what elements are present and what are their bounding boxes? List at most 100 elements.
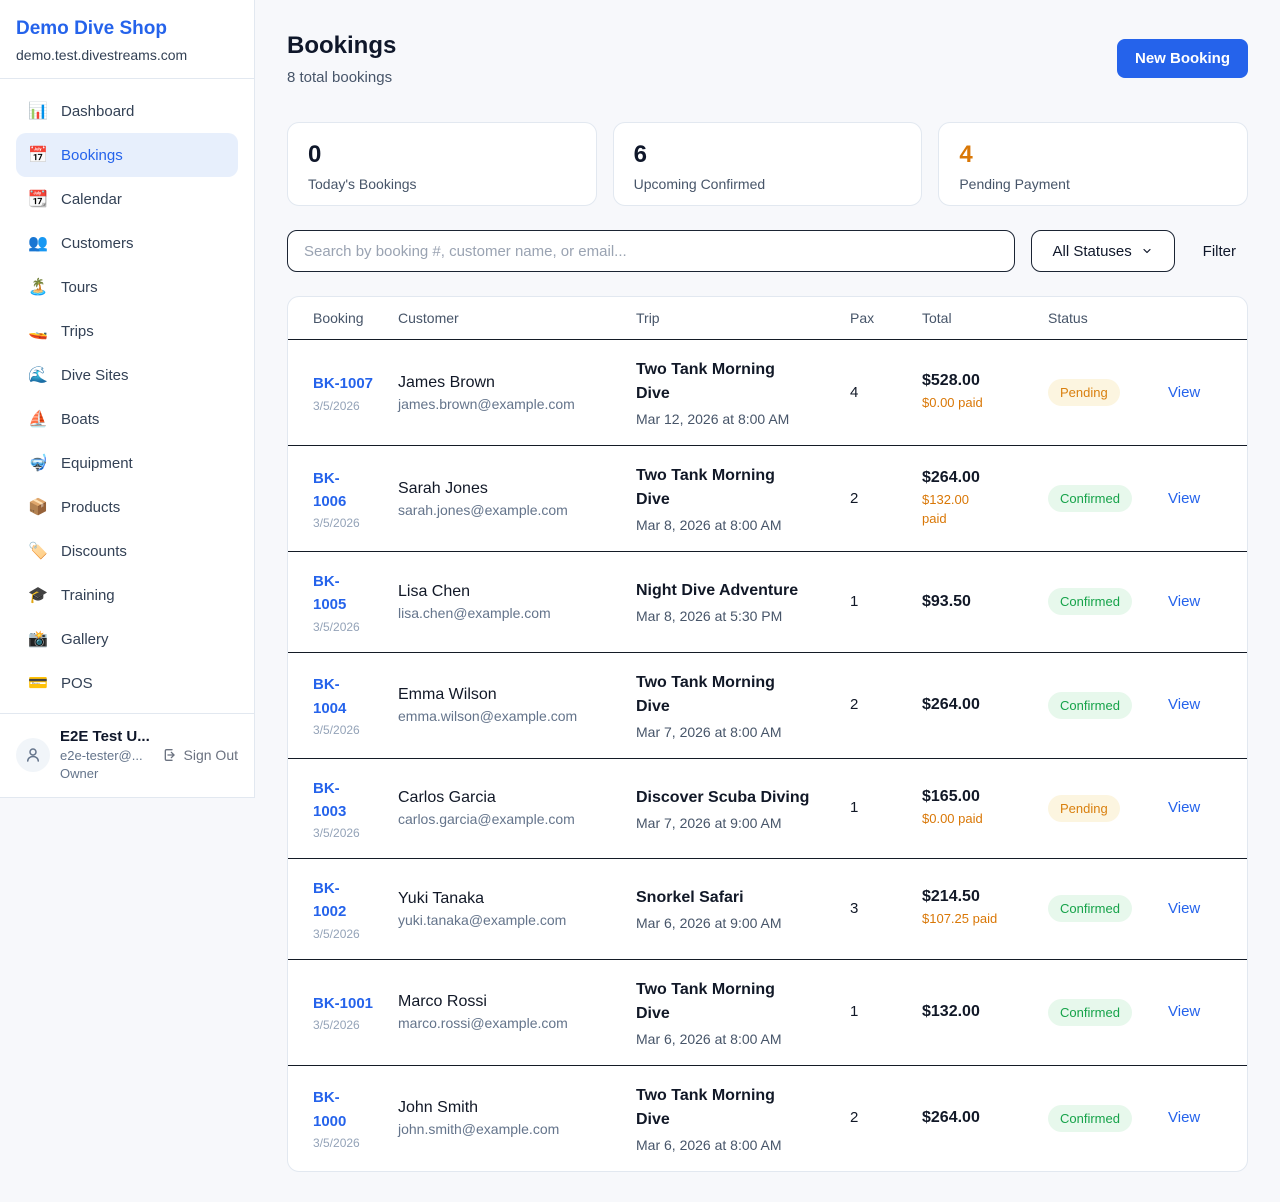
sidebar-item-tours[interactable]: 🏝️Tours (16, 265, 238, 309)
stat-value: 6 (634, 141, 902, 169)
search-input[interactable] (287, 230, 1015, 272)
trip-datetime: Mar 7, 2026 at 9:00 AM (636, 815, 850, 831)
paid-amount: $0.00 paid (922, 810, 1048, 829)
paid-amount: $0.00 paid (922, 394, 1048, 413)
speedboat-icon: 🚤 (28, 321, 48, 341)
customer-cell: Emma Wilson emma.wilson@example.com (398, 652, 636, 758)
total-cell: $528.00$0.00 paid (922, 340, 1048, 446)
new-booking-button[interactable]: New Booking (1117, 39, 1248, 78)
booking-date: 3/5/2026 (313, 1136, 398, 1150)
actions-cell: View (1168, 758, 1247, 859)
sidebar-item-dive-sites[interactable]: 🌊Dive Sites (16, 353, 238, 397)
pax-value: 4 (850, 384, 858, 401)
booking-id-link[interactable]: BK-1004 (313, 673, 346, 720)
pax-cell: 1 (850, 552, 922, 653)
sidebar-item-gallery[interactable]: 📸Gallery (16, 617, 238, 661)
status-cell: Confirmed (1048, 959, 1168, 1065)
pax-value: 1 (850, 593, 858, 610)
diving-mask-icon: 🤿 (28, 453, 48, 473)
trip-title: Discover Scuba Diving (636, 786, 811, 810)
booking-cell: BK-1002 3/5/2026 (288, 859, 398, 960)
sidebar-item-products[interactable]: 📦Products (16, 485, 238, 529)
view-link[interactable]: View (1168, 696, 1200, 713)
stat-label: Today's Bookings (308, 176, 576, 192)
status-filter-value: All Statuses (1053, 243, 1132, 260)
sidebar-item-label: Products (61, 499, 120, 516)
sidebar-item-trips[interactable]: 🚤Trips (16, 309, 238, 353)
toolbar: All Statuses Filter (287, 230, 1248, 272)
status-badge: Pending (1048, 795, 1120, 822)
sign-out-icon (162, 747, 178, 763)
view-link[interactable]: View (1168, 799, 1200, 816)
sidebar-item-label: Dive Sites (61, 367, 129, 384)
trip-title: Night Dive Adventure (636, 579, 811, 603)
sidebar-item-training[interactable]: 🎓Training (16, 573, 238, 617)
booking-id-link[interactable]: BK-1006 (313, 467, 346, 514)
pax-cell: 1 (850, 758, 922, 859)
table-row: BK-1005 3/5/2026 Lisa Chen lisa.chen@exa… (288, 552, 1247, 653)
booking-id-link[interactable]: BK-1003 (313, 777, 346, 824)
booking-id-link[interactable]: BK-1000 (313, 1086, 346, 1133)
brand-block: Demo Dive Shop demo.test.divestreams.com (0, 0, 254, 79)
total-amount: $214.50 (922, 888, 1048, 906)
sidebar-item-discounts[interactable]: 🏷️Discounts (16, 529, 238, 573)
actions-cell: View (1168, 446, 1247, 552)
page-title: Bookings (287, 32, 396, 60)
sidebar-item-dashboard[interactable]: 📊Dashboard (16, 89, 238, 133)
sidebar-item-boats[interactable]: ⛵Boats (16, 397, 238, 441)
trip-cell: Two Tank Morning Dive Mar 6, 2026 at 8:0… (636, 959, 850, 1065)
booking-id-link[interactable]: BK-1005 (313, 570, 346, 617)
sidebar-item-bookings[interactable]: 📅Bookings (16, 133, 238, 177)
pax-value: 3 (850, 900, 858, 917)
pax-cell: 2 (850, 652, 922, 758)
sidebar: Demo Dive Shop demo.test.divestreams.com… (0, 0, 255, 798)
pax-cell: 3 (850, 859, 922, 960)
booking-cell: BK-1007 3/5/2026 (288, 340, 398, 446)
user-name: E2E Test U... (60, 728, 152, 745)
booking-id-link[interactable]: BK-1002 (313, 877, 346, 924)
sidebar-item-label: Bookings (61, 147, 123, 164)
sidebar-item-pos[interactable]: 💳POS (16, 661, 238, 705)
column-header-trip: Trip (636, 297, 850, 340)
pax-value: 1 (850, 1003, 858, 1020)
view-link[interactable]: View (1168, 1109, 1200, 1126)
view-link[interactable]: View (1168, 490, 1200, 507)
column-header-total: Total (922, 297, 1048, 340)
sidebar-item-label: Discounts (61, 543, 127, 560)
tear-off-calendar-icon: 📆 (28, 189, 48, 209)
customer-name: Sarah Jones (398, 480, 636, 498)
island-icon: 🏝️ (28, 277, 48, 297)
user-section: E2E Test U... e2e-tester@... Owner Sign … (0, 713, 254, 795)
paid-amount: $107.25 paid (922, 910, 1048, 929)
booking-id-link[interactable]: BK-1001 (313, 992, 373, 1015)
status-badge: Pending (1048, 379, 1120, 406)
pax-cell: 1 (850, 959, 922, 1065)
trip-cell: Two Tank Morning Dive Mar 8, 2026 at 8:0… (636, 446, 850, 552)
booking-cell: BK-1005 3/5/2026 (288, 552, 398, 653)
trip-cell: Two Tank Morning Dive Mar 6, 2026 at 8:0… (636, 1065, 850, 1171)
status-cell: Confirmed (1048, 859, 1168, 960)
trip-cell: Two Tank Morning Dive Mar 12, 2026 at 8:… (636, 340, 850, 446)
customer-cell: Sarah Jones sarah.jones@example.com (398, 446, 636, 552)
view-link[interactable]: View (1168, 384, 1200, 401)
trip-datetime: Mar 7, 2026 at 8:00 AM (636, 724, 850, 740)
view-link[interactable]: View (1168, 593, 1200, 610)
view-link[interactable]: View (1168, 900, 1200, 917)
credit-card-icon: 💳 (28, 673, 48, 693)
customer-email: james.brown@example.com (398, 396, 636, 412)
status-filter-select[interactable]: All Statuses (1031, 230, 1175, 272)
sidebar-item-customers[interactable]: 👥Customers (16, 221, 238, 265)
total-amount: $132.00 (922, 1003, 1048, 1021)
customer-cell: John Smith john.smith@example.com (398, 1065, 636, 1171)
sidebar-item-label: Boats (61, 411, 99, 428)
sidebar-item-equipment[interactable]: 🤿Equipment (16, 441, 238, 485)
customer-email: emma.wilson@example.com (398, 708, 636, 724)
sidebar-item-calendar[interactable]: 📆Calendar (16, 177, 238, 221)
filter-button[interactable]: Filter (1191, 243, 1248, 260)
sign-out-button[interactable]: Sign Out (162, 747, 238, 763)
booking-id-link[interactable]: BK-1007 (313, 372, 373, 395)
booking-cell: BK-1006 3/5/2026 (288, 446, 398, 552)
view-link[interactable]: View (1168, 1003, 1200, 1020)
sign-out-label: Sign Out (184, 747, 238, 763)
stat-value: 0 (308, 141, 576, 169)
